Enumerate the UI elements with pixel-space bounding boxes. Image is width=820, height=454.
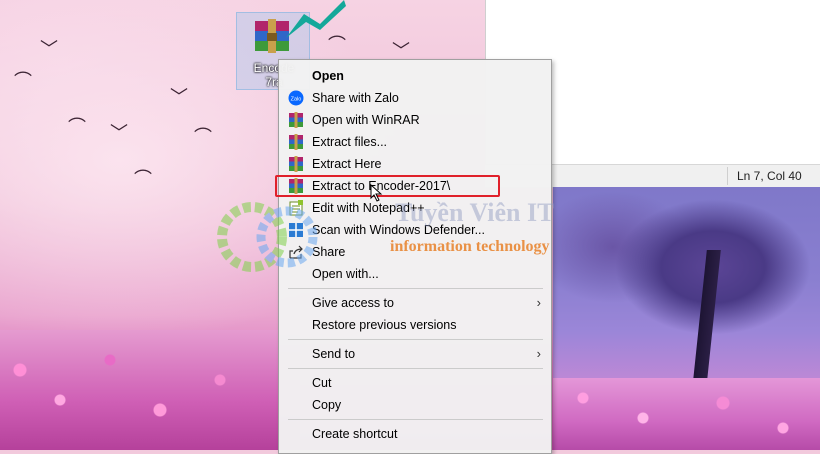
mouse-cursor-icon xyxy=(370,184,383,202)
menu-separator xyxy=(288,339,543,340)
tree-ground-flowers xyxy=(553,378,820,450)
menu-item-share-with-zalo[interactable]: Zalo Share with Zalo xyxy=(279,87,551,109)
menu-item-label: Open xyxy=(312,69,344,83)
menu-item-create-shortcut[interactable]: Create shortcut xyxy=(279,423,551,445)
menu-item-label: Give access to xyxy=(312,296,394,310)
wallpaper-flowers xyxy=(0,330,300,450)
bird-decoration: ﹀ xyxy=(392,41,410,61)
winrar-icon xyxy=(289,112,303,128)
winrar-icon xyxy=(289,134,303,150)
menu-item-label: Create shortcut xyxy=(312,427,398,441)
bird-decoration: ⌒ xyxy=(194,127,212,147)
menu-item-label: Extract files... xyxy=(312,135,388,149)
menu-item-give-access-to[interactable]: Give access to › xyxy=(279,292,551,314)
menu-item-open[interactable]: Open xyxy=(279,65,551,87)
menu-item-send-to[interactable]: Send to › xyxy=(279,343,551,365)
menu-separator xyxy=(288,419,543,420)
pointer-arrow-icon xyxy=(286,0,346,38)
menu-item-label: Restore previous versions xyxy=(312,318,457,332)
menu-separator xyxy=(288,368,543,369)
menu-item-restore-previous-versions[interactable]: Restore previous versions xyxy=(279,314,551,336)
menu-item-extract-here[interactable]: Extract Here xyxy=(279,153,551,175)
menu-item-label: Copy xyxy=(312,398,342,412)
svg-text:Zalo: Zalo xyxy=(291,97,302,103)
menu-item-copy[interactable]: Copy xyxy=(279,394,551,416)
bird-decoration: ⌒ xyxy=(134,169,152,189)
highlight-box xyxy=(275,175,500,197)
menu-item-open-with-winrar[interactable]: Open with WinRAR xyxy=(279,109,551,131)
bird-decoration: ⌒ xyxy=(68,117,86,137)
watermark-logo xyxy=(217,202,318,272)
menu-item-cut[interactable]: Cut xyxy=(279,372,551,394)
menu-item-extract-files[interactable]: Extract files... xyxy=(279,131,551,153)
watermark-subtitle: information technology xyxy=(390,238,550,255)
chevron-right-icon: › xyxy=(536,346,541,361)
bird-decoration: ﹀ xyxy=(170,87,188,107)
menu-separator xyxy=(288,288,543,289)
chevron-right-icon: › xyxy=(536,295,541,310)
bird-decoration: ﹀ xyxy=(110,123,128,143)
status-separator xyxy=(727,167,728,185)
menu-item-label: Open with WinRAR xyxy=(312,113,420,127)
menu-item-label: Extract Here xyxy=(312,157,382,171)
cursor-position: Ln 7, Col 40 xyxy=(737,169,802,183)
menu-item-label: Share with Zalo xyxy=(312,91,399,105)
bird-decoration: ﹀ xyxy=(40,39,58,59)
bird-decoration: ⌒ xyxy=(14,71,32,91)
menu-item-label: Cut xyxy=(312,376,332,390)
winrar-icon xyxy=(289,156,303,172)
watermark-title: Tuyền Viên IT xyxy=(395,198,555,227)
zalo-icon: Zalo xyxy=(288,90,304,106)
menu-item-label: Send to xyxy=(312,347,356,361)
